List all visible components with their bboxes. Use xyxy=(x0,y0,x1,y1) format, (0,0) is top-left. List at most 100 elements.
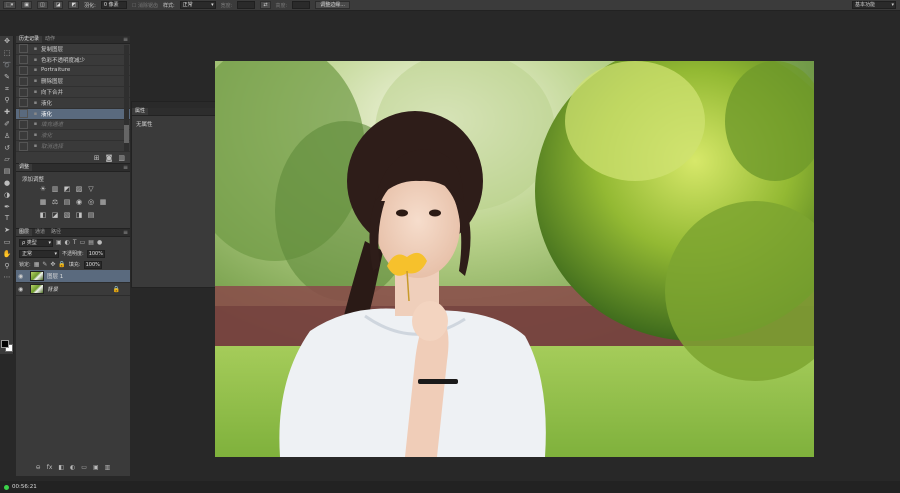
lock-position-icon[interactable]: ✥ xyxy=(50,261,55,268)
more-tools-icon[interactable]: ⋯ xyxy=(0,272,14,284)
history-brush-source-box[interactable] xyxy=(19,65,28,75)
adjustment-icon[interactable]: ⚖ xyxy=(50,197,60,207)
adjustment-icon[interactable]: ◨ xyxy=(74,210,84,220)
eyedropper-tool-icon[interactable]: ⚲ xyxy=(0,95,14,107)
path-select-tool-icon[interactable]: ➤ xyxy=(0,225,14,237)
snapshot-camera-icon[interactable]: ◙ xyxy=(106,154,113,162)
history-item[interactable]: ▪ Portraiture xyxy=(16,65,130,77)
history-brush-source-box[interactable] xyxy=(19,76,28,86)
opacity-input[interactable]: 100% xyxy=(86,249,105,258)
history-item[interactable]: ▪ 删除图层 xyxy=(16,76,130,88)
history-item[interactable]: ▪ 液化 xyxy=(16,108,130,120)
new-selection-icon[interactable]: ▣ xyxy=(21,1,32,9)
style-select[interactable]: 正常 xyxy=(179,1,216,9)
adjustment-icon[interactable]: ▧ xyxy=(62,210,72,220)
adjustment-icon[interactable]: ▥ xyxy=(50,184,60,194)
filter-toggle-icon[interactable]: ● xyxy=(97,239,102,246)
history-item[interactable]: ▪ 取消选择 xyxy=(16,141,130,152)
intersect-selection-icon[interactable]: ◩ xyxy=(68,1,80,9)
tab-paths[interactable]: 路径 xyxy=(48,229,64,236)
new-adjustment-icon[interactable]: ◐ xyxy=(70,464,75,471)
adjustment-icon[interactable]: ▽ xyxy=(86,184,96,194)
healing-brush-tool-icon[interactable]: ✚ xyxy=(0,107,14,119)
type-tool-icon[interactable]: T xyxy=(0,213,14,225)
history-brush-source-box[interactable] xyxy=(19,119,28,129)
tab-actions[interactable]: 动作 xyxy=(42,36,58,43)
antialias-checkbox[interactable]: ☐ 消除锯齿 xyxy=(132,2,158,9)
document-canvas[interactable] xyxy=(215,61,814,457)
marquee-tool-icon[interactable]: ⬚ xyxy=(0,48,14,60)
adjustment-icon[interactable]: ◧ xyxy=(38,210,48,220)
quick-select-tool-icon[interactable]: ✎ xyxy=(0,71,14,83)
lasso-tool-icon[interactable]: ➰ xyxy=(0,60,14,72)
add-selection-icon[interactable]: ◫ xyxy=(36,1,48,9)
refine-edge-button[interactable]: 调整边缘... xyxy=(315,1,350,9)
trash-icon[interactable]: ▥ xyxy=(118,154,125,162)
adjustment-icon[interactable]: ▦ xyxy=(38,197,48,207)
move-tool-icon[interactable]: ✥ xyxy=(0,36,14,48)
history-brush-source-box[interactable] xyxy=(19,55,28,65)
lock-all-icon[interactable]: 🔒 xyxy=(58,261,65,268)
history-brush-source-box[interactable] xyxy=(19,109,28,119)
history-brush-source-box[interactable] xyxy=(19,130,28,140)
history-item[interactable]: ▪ 液化 xyxy=(16,130,130,142)
eye-icon[interactable]: ◉ xyxy=(18,273,26,280)
swap-dimensions-icon[interactable]: ⇄ xyxy=(260,1,271,9)
history-scroll-thumb[interactable] xyxy=(124,125,129,143)
lock-pixels-icon[interactable]: ✎ xyxy=(42,261,47,268)
dodge-tool-icon[interactable]: ◑ xyxy=(0,189,14,201)
blur-tool-icon[interactable]: ● xyxy=(0,178,14,190)
lock-transparent-icon[interactable]: ▦ xyxy=(34,261,40,268)
new-layer-icon[interactable]: ▣ xyxy=(93,464,99,471)
layer-name[interactable]: 背景 xyxy=(47,285,58,293)
pen-tool-icon[interactable]: ✒ xyxy=(0,201,14,213)
subtract-selection-icon[interactable]: ◪ xyxy=(52,1,64,9)
filter-smart-icon[interactable]: ▤ xyxy=(88,239,94,246)
history-item[interactable]: ▪ 填充通道 xyxy=(16,119,130,131)
new-document-from-state-icon[interactable]: ⊞ xyxy=(94,154,100,162)
blend-mode-select[interactable]: 正常 xyxy=(19,249,59,258)
height-input[interactable] xyxy=(292,1,311,9)
history-item[interactable]: ▪ 向下合并 xyxy=(16,87,130,98)
width-input[interactable] xyxy=(237,1,256,9)
new-group-icon[interactable]: ▭ xyxy=(81,464,87,471)
delete-layer-icon[interactable]: ▥ xyxy=(105,464,111,471)
history-item[interactable]: ▪ 色彩不透明度减少 xyxy=(16,55,130,66)
history-brush-source-box[interactable] xyxy=(19,98,28,108)
panel-menu-icon[interactable]: ≡ xyxy=(123,229,130,236)
adjustment-icon[interactable]: ◎ xyxy=(86,197,96,207)
filter-pixel-icon[interactable]: ▣ xyxy=(56,239,62,246)
shape-tool-icon[interactable]: ▭ xyxy=(0,237,14,249)
adjustment-icon[interactable]: ◪ xyxy=(50,210,60,220)
layer-kind-filter[interactable]: ρ 类型 xyxy=(19,238,53,247)
fx-icon[interactable]: fx xyxy=(47,464,53,471)
clone-stamp-tool-icon[interactable]: ♙ xyxy=(0,130,14,142)
tab-history[interactable]: 历史记录 xyxy=(16,36,43,43)
hand-tool-icon[interactable]: ✋ xyxy=(0,248,14,260)
history-brush-source-box[interactable] xyxy=(19,141,28,151)
layer-row[interactable]: ◉ 背景 🔒 xyxy=(16,283,130,296)
adjustment-icon[interactable]: ◩ xyxy=(62,184,72,194)
filter-shape-icon[interactable]: ▭ xyxy=(80,239,86,246)
brush-tool-icon[interactable]: ✐ xyxy=(0,119,14,131)
history-item[interactable]: ▪ 液化 xyxy=(16,98,130,109)
adjustment-icon[interactable]: ▤ xyxy=(86,210,96,220)
history-item[interactable]: ▪ 复制图层 xyxy=(16,44,130,55)
tab-channels[interactable]: 通道 xyxy=(32,229,48,236)
layer-name[interactable]: 图层 1 xyxy=(47,272,63,280)
crop-tool-icon[interactable]: ⌗ xyxy=(0,83,14,95)
panel-menu-icon[interactable]: ≡ xyxy=(123,36,130,43)
marquee-tool-preset[interactable]: ⬚▾ xyxy=(3,1,17,9)
history-brush-source-box[interactable] xyxy=(19,44,28,54)
adjustment-icon[interactable]: ▤ xyxy=(62,197,72,207)
workspace-select[interactable]: 基本功能 xyxy=(852,1,896,9)
history-brush-tool-icon[interactable]: ↺ xyxy=(0,142,14,154)
adjustment-icon[interactable]: ▨ xyxy=(74,184,84,194)
tab-adjustments[interactable]: 调整 xyxy=(16,164,33,171)
adjustment-icon[interactable]: ▦ xyxy=(98,197,108,207)
foreground-color-swatch[interactable] xyxy=(1,340,9,348)
panel-menu-icon[interactable]: ≡ xyxy=(123,164,130,171)
add-mask-icon[interactable]: ◧ xyxy=(58,464,64,471)
adjustment-icon[interactable]: ☀ xyxy=(38,184,48,194)
fill-input[interactable]: 100% xyxy=(83,260,102,269)
